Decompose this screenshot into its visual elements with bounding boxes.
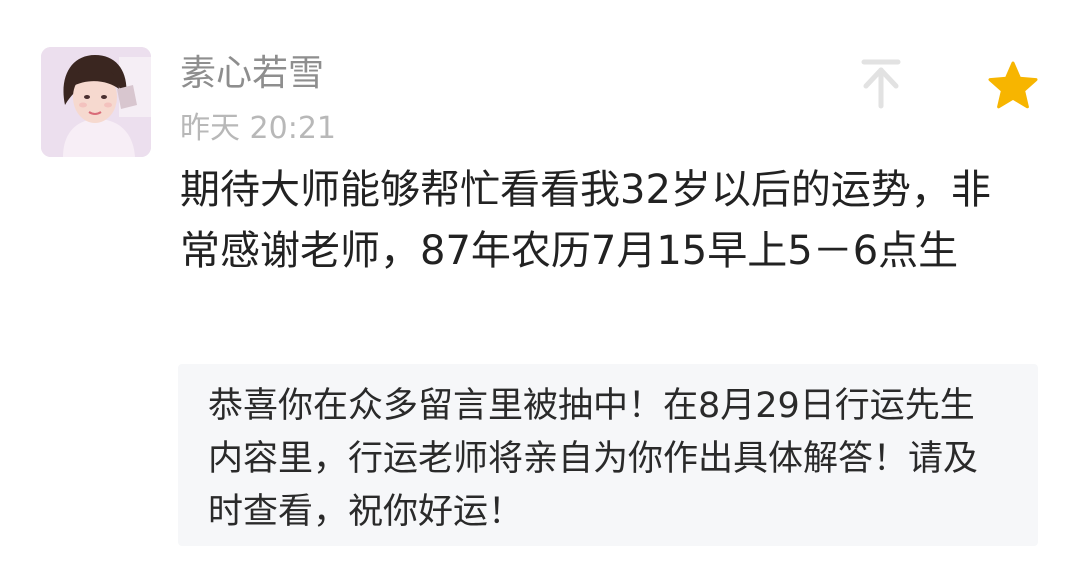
timestamp: 昨天 20:21 [180,111,336,146]
avatar[interactable] [41,47,151,157]
avatar-image [41,47,151,157]
pin-to-top-button[interactable] [856,56,906,112]
reply-text: 恭喜你在众多留言里被抽中！在8月29日行运先生内容里，行运老师将亲自为你作出具体… [208,386,979,532]
star-button[interactable] [986,60,1040,112]
comment-card: 素心若雪 昨天 20:21 期待大师能够帮忙看看我32岁以后的运势，非常感谢老师… [0,0,1080,586]
comment-text: 期待大师能够帮忙看看我32岁以后的运势，非常感谢老师，87年农历7月15早上5－… [180,167,991,274]
pin-to-top-icon [861,59,901,109]
star-icon [988,61,1038,109]
author-reply: 恭喜你在众多留言里被抽中！在8月29日行运先生内容里，行运老师将亲自为你作出具体… [178,364,1038,546]
username[interactable]: 素心若雪 [180,53,324,95]
